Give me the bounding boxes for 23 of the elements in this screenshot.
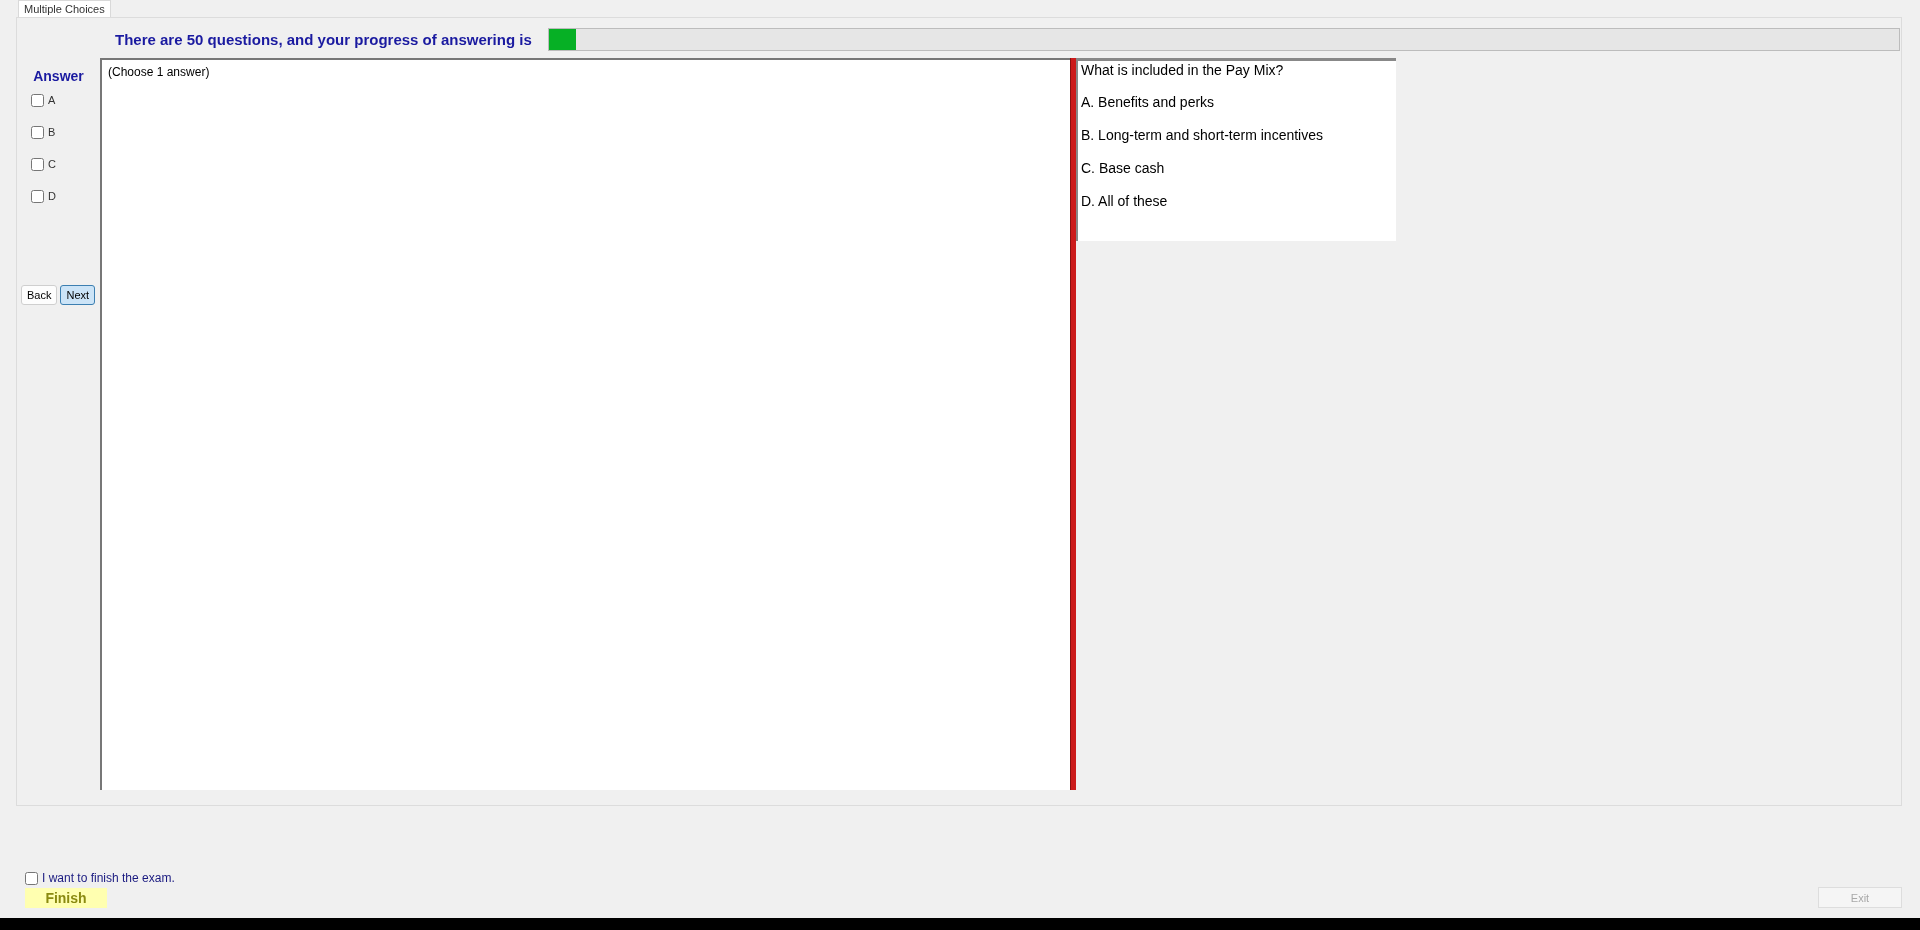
answer-checkbox[interactable] <box>31 157 44 171</box>
choice-text: C. Base cash <box>1081 159 1166 178</box>
answer-checkbox[interactable] <box>31 189 44 203</box>
choice-text: D. All of these <box>1081 192 1169 211</box>
question-text: What is included in the Pay Mix? <box>1081 62 1285 79</box>
choice-text: B. Long-term and short-term incentives <box>1081 126 1324 145</box>
nav-button[interactable]: Next <box>60 285 96 305</box>
option-label[interactable]: A <box>48 94 56 106</box>
option-label[interactable]: D <box>48 190 56 202</box>
choice-text: A. Benefits and perks <box>1081 93 1216 112</box>
confirm-label[interactable]: I want to finish the exam. <box>42 871 175 885</box>
answer-checkbox[interactable] <box>31 125 44 139</box>
tab[interactable]: Multiple Choices <box>18 0 111 17</box>
progress-label: There are 50 questions, and your progress of answering is <box>115 30 532 48</box>
answer-checkbox[interactable] <box>31 93 44 107</box>
option-label[interactable]: C <box>48 158 56 170</box>
splitter-handle[interactable] <box>1070 58 1076 790</box>
confirm-checkbox[interactable] <box>25 871 38 885</box>
option-label[interactable]: B <box>48 126 56 138</box>
instruction-text: (Choose 1 answer) <box>108 65 210 79</box>
nav-button[interactable]: Back <box>21 285 58 305</box>
finish-button[interactable]: Finish <box>25 888 107 908</box>
answer-heading: Answer <box>33 68 84 84</box>
